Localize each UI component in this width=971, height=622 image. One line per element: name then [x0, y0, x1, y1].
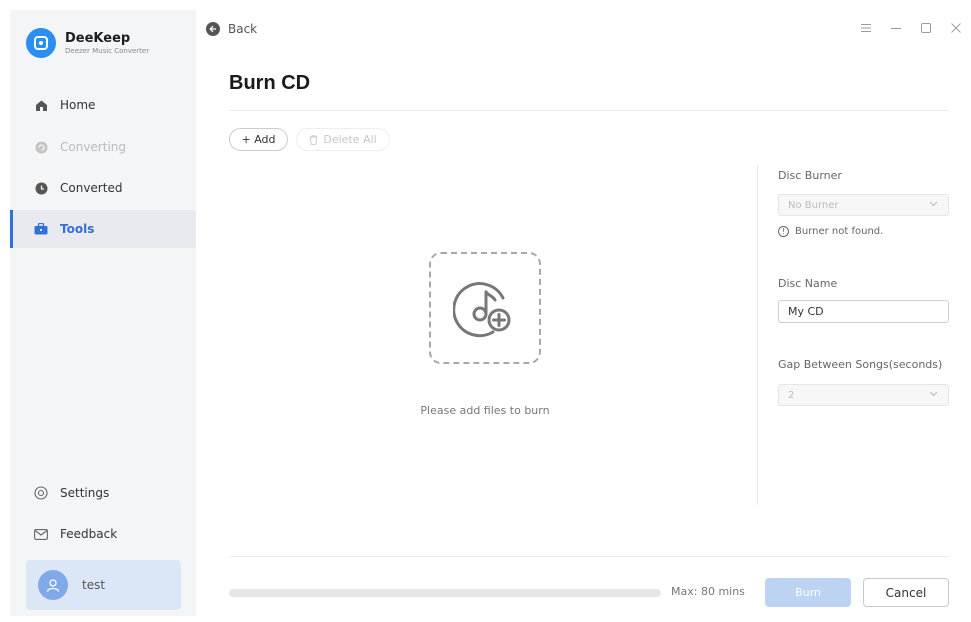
burner-note: ! Burner not found. — [778, 226, 883, 237]
converting-icon — [34, 140, 48, 154]
add-music-icon — [453, 282, 511, 338]
chevron-down-icon — [929, 390, 938, 400]
topbar: Back — [206, 22, 966, 44]
brand-name: DeeKeep — [65, 30, 131, 46]
sidebar-item-feedback[interactable]: Feedback — [10, 515, 196, 553]
delete-all-button[interactable]: Delete All — [296, 128, 390, 151]
disc-burner-value: No Burner — [788, 199, 839, 211]
menu-icon[interactable] — [860, 22, 872, 38]
burner-note-text: Burner not found. — [795, 226, 884, 237]
sidebar-item-label: Feedback — [60, 527, 118, 541]
sidebar-item-tools[interactable]: Tools — [10, 210, 196, 248]
drop-zone[interactable] — [429, 252, 541, 364]
sidebar: DeeKeep Deezer Music Converter Home Conv… — [10, 10, 196, 616]
sidebar-item-converting[interactable]: Converting — [10, 128, 196, 166]
window-controls — [860, 22, 962, 38]
delete-all-label: Delete All — [323, 133, 377, 146]
info-icon: ! — [778, 226, 789, 237]
chevron-down-icon — [929, 200, 938, 210]
home-icon — [34, 98, 48, 112]
panel-divider — [757, 165, 758, 505]
sidebar-item-label: Converted — [60, 181, 123, 195]
user-card[interactable]: test — [26, 560, 181, 610]
brand-logo-icon — [26, 28, 56, 58]
disc-name-value: My CD — [788, 305, 824, 318]
title-divider — [229, 110, 949, 111]
sidebar-item-label: Converting — [60, 140, 127, 154]
sidebar-item-label: Home — [60, 98, 96, 112]
disc-name-label: Disc Name — [778, 277, 838, 290]
disc-name-field[interactable]: My CD — [778, 300, 949, 323]
capacity-progress-bar — [229, 589, 661, 597]
page-title: Burn CD — [229, 72, 311, 94]
gap-value: 2 — [788, 389, 795, 401]
back-arrow-icon — [206, 22, 220, 36]
disc-burner-select[interactable]: No Burner — [778, 194, 949, 216]
burn-button[interactable]: Burn — [765, 578, 851, 607]
app-window: DeeKeep Deezer Music Converter Home Conv… — [0, 0, 971, 622]
minimize-icon[interactable] — [890, 22, 902, 38]
gear-icon — [34, 486, 48, 500]
add-button[interactable]: + Add — [229, 128, 288, 151]
sidebar-item-settings[interactable]: Settings — [10, 474, 196, 512]
close-icon[interactable] — [950, 22, 962, 38]
drop-hint: Please add files to burn — [420, 404, 550, 417]
clock-icon — [34, 181, 48, 195]
max-capacity-label: Max: 80 mins — [671, 585, 745, 598]
footer-divider — [229, 556, 949, 557]
mail-icon — [34, 527, 48, 541]
sidebar-item-converted[interactable]: Converted — [10, 169, 196, 207]
sidebar-item-label: Tools — [60, 222, 95, 236]
avatar — [38, 570, 68, 600]
brand: DeeKeep Deezer Music Converter — [26, 28, 149, 58]
maximize-icon[interactable] — [920, 22, 932, 38]
trash-icon — [309, 134, 318, 145]
sidebar-item-label: Settings — [60, 486, 110, 500]
brand-subtitle: Deezer Music Converter — [65, 46, 150, 55]
back-button[interactable]: Back — [206, 22, 257, 36]
user-icon — [46, 579, 60, 592]
toolbox-icon — [34, 222, 48, 236]
gap-select[interactable]: 2 — [778, 384, 949, 406]
cancel-button[interactable]: Cancel — [863, 578, 949, 607]
user-name: test — [82, 578, 106, 592]
back-label: Back — [228, 22, 258, 36]
gap-label: Gap Between Songs(seconds) — [778, 358, 943, 371]
sidebar-item-home[interactable]: Home — [10, 86, 196, 124]
disc-burner-label: Disc Burner — [778, 169, 842, 182]
